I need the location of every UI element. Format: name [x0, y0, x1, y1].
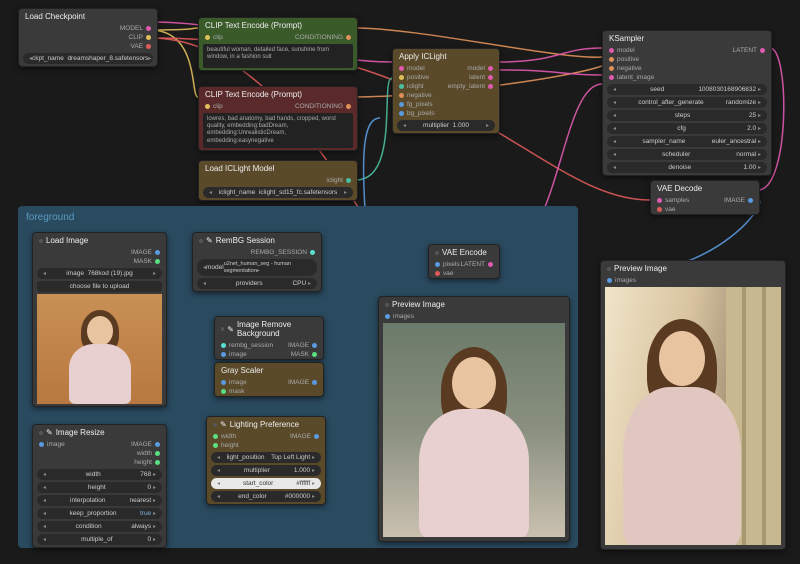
node-image-resize[interactable]: ✎ Image Resize imageIMAGE width height ◂… [32, 424, 167, 548]
group-label: foreground [24, 210, 572, 225]
node-ksampler[interactable]: KSampler modelLATENT positive negative l… [602, 30, 772, 176]
node-title: VAE Encode [429, 245, 499, 260]
node-gray-scaler[interactable]: Gray Scaler imageIMAGE mask [214, 362, 324, 397]
start-color-widget[interactable]: ◂start_color#ffffff ▸ [211, 478, 321, 489]
prompt-text[interactable]: lowres, bad anatomy, bad hands, cropped,… [203, 113, 353, 148]
node-lighting-preference[interactable]: ✎ Lighting Preference widthIMAGE height … [206, 416, 326, 505]
node-title: ✎ Image Resize [33, 425, 166, 440]
node-preview-image-output[interactable]: Preview Image images [600, 260, 786, 550]
node-clip-encode-positive[interactable]: CLIP Text Encode (Prompt) clipCONDITIONI… [198, 17, 358, 71]
node-preview-image-fg[interactable]: Preview Image images [378, 296, 570, 542]
model-widget[interactable]: ◂modelu2net_human_seg - human segmentati… [197, 259, 317, 276]
preview-image-canvas [605, 287, 781, 545]
upload-button[interactable]: choose file to upload [37, 281, 162, 292]
end-color-widget[interactable]: ◂end_color#000000 ▸ [211, 491, 321, 502]
lp-mult-widget[interactable]: ◂multiplier1.000 ▸ [211, 465, 321, 476]
node-rembg-session[interactable]: ✎ RemBG Session REMBG_SESSION ◂modelu2ne… [192, 232, 322, 292]
node-title: Load ICLight Model [199, 161, 357, 176]
input-image-preview [37, 294, 162, 404]
iclight-name-widget[interactable]: ◂iclight_name iclight_sd15_fc.safetensor… [203, 187, 353, 198]
cfg-widget[interactable]: ◂cfg2.0 ▸ [607, 123, 767, 134]
node-vae-encode[interactable]: VAE Encode pixelsLATENT vae [428, 244, 500, 279]
node-title: Load Checkpoint [19, 9, 157, 24]
node-title: Preview Image [379, 297, 569, 312]
sampler-widget[interactable]: ◂sampler_nameeuler_ancestral ▸ [607, 136, 767, 147]
node-title: Preview Image [601, 261, 785, 276]
prompt-text[interactable]: beautiful woman, detailed face, sunshine… [203, 44, 353, 68]
light-pos-widget[interactable]: ◂light_positionTop Left Light ▸ [211, 452, 321, 463]
interp-widget[interactable]: ◂interpolationnearest ▸ [37, 495, 162, 506]
ckpt-name-widget[interactable]: ◂ckpt_name dreamshaper_8.safetensors▸ [23, 53, 153, 64]
node-title: CLIP Text Encode (Prompt) [199, 87, 357, 102]
node-title: CLIP Text Encode (Prompt) [199, 18, 357, 33]
preview-image-canvas [383, 323, 565, 537]
multipleof-widget[interactable]: ◂multiple_of0 ▸ [37, 534, 162, 545]
node-title: ✎ Image Remove Background [215, 317, 323, 341]
node-clip-encode-negative[interactable]: CLIP Text Encode (Prompt) clipCONDITIONI… [198, 86, 358, 151]
node-load-iclight[interactable]: Load ICLight Model iclight ◂iclight_name… [198, 160, 358, 201]
steps-widget[interactable]: ◂steps25 ▸ [607, 110, 767, 121]
keepprop-widget[interactable]: ◂keep_proportiontrue ▸ [37, 508, 162, 519]
node-title: VAE Decode [651, 181, 759, 196]
multiplier-widget[interactable]: ◂multiplier 1.000▸ [397, 120, 495, 131]
node-load-image[interactable]: Load Image IMAGE MASK ◂image 768kod (19)… [32, 232, 167, 407]
image-widget[interactable]: ◂image 768kod (19).jpg▸ [37, 268, 162, 279]
providers-widget[interactable]: ◂providersCPU ▸ [197, 278, 317, 289]
node-vae-decode[interactable]: VAE Decode samplesIMAGE vae [650, 180, 760, 215]
seed-widget[interactable]: ◂seed1008030168906832 ▸ [607, 84, 767, 95]
node-title: KSampler [603, 31, 771, 46]
node-title: ✎ Lighting Preference [207, 417, 325, 432]
node-load-checkpoint[interactable]: Load Checkpoint MODEL CLIP VAE ◂ckpt_nam… [18, 8, 158, 67]
control-widget[interactable]: ◂control_after_generaterandomize ▸ [607, 97, 767, 108]
node-title: Apply ICLight [393, 49, 499, 64]
scheduler-widget[interactable]: ◂schedulernormal ▸ [607, 149, 767, 160]
node-title: Gray Scaler [215, 363, 323, 378]
width-widget[interactable]: ◂width768 ▸ [37, 469, 162, 480]
height-widget[interactable]: ◂height0 ▸ [37, 482, 162, 493]
node-image-remove-bg[interactable]: ✎ Image Remove Background rembg_sessionI… [214, 316, 324, 360]
condition-widget[interactable]: ◂conditionalways ▸ [37, 521, 162, 532]
denoise-widget[interactable]: ◂denoise1.00 ▸ [607, 162, 767, 173]
node-title: Load Image [33, 233, 166, 248]
node-apply-iclight[interactable]: Apply ICLight modelmodel positivelatent … [392, 48, 500, 134]
node-title: ✎ RemBG Session [193, 233, 321, 248]
